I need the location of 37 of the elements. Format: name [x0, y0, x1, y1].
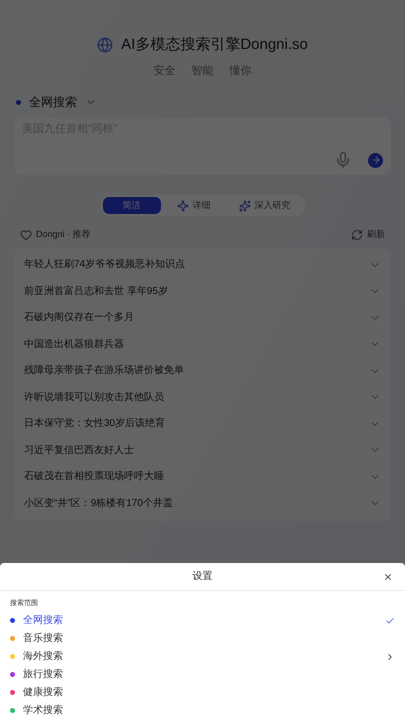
heart-icon	[20, 228, 32, 241]
news-item[interactable]: 石破内阁仅存在一个多月	[24, 310, 134, 326]
scope-option[interactable]: 音乐搜索	[0, 630, 405, 648]
tagline: 安全	[154, 64, 176, 78]
refresh-icon	[351, 228, 363, 241]
scope-option[interactable]: 海外搜索	[0, 648, 405, 666]
check-icon	[385, 616, 395, 626]
scope-selector[interactable]: 全网搜索	[29, 93, 77, 111]
news-item[interactable]: 中国造出机器狼群兵器	[24, 336, 124, 352]
tagline: 懂你	[230, 64, 252, 78]
sparkles-icon	[238, 200, 250, 212]
mode-tab[interactable]: 简洁	[102, 197, 160, 214]
refresh-button[interactable]: 刷新	[351, 228, 385, 242]
microphone-icon[interactable]	[334, 151, 352, 169]
globe-icon	[97, 37, 114, 54]
arrow-icon	[370, 155, 380, 165]
sparkle-icon	[176, 200, 188, 212]
news-item[interactable]: 残障母亲带孩子在游乐场讲价被免单	[24, 363, 184, 378]
site-title: AI多模态搜索引擎Dongni.so	[121, 35, 308, 55]
recommend-title: Dongni · 推荐	[36, 228, 91, 241]
scope-option[interactable]: 健康搜索	[0, 684, 405, 702]
scope-option[interactable]: 学术搜索	[0, 702, 405, 720]
tagline: 智能	[192, 64, 214, 78]
news-item[interactable]: 小区变“井”区：9栋楼有170个井盖	[24, 496, 173, 511]
mode-tab[interactable]: 详细	[164, 197, 222, 214]
news-item[interactable]: 日本保守党：女性30岁后该绝育	[24, 416, 166, 432]
close-icon	[383, 572, 393, 582]
mode-tab[interactable]: 深入研究	[226, 197, 302, 214]
close-button[interactable]	[383, 572, 393, 582]
sheet-title: 设置	[192, 570, 212, 584]
news-item[interactable]: 年轻人狂刷74岁爷爷视频恶补知识点	[24, 257, 186, 272]
scope-option[interactable]: 旅行搜索	[0, 666, 405, 684]
news-item[interactable]: 前亚洲首富吕志和去世 享年95岁	[24, 284, 168, 299]
news-item[interactable]: 石破茂在首相投票现场呼呼大睡	[24, 469, 164, 484]
news-item[interactable]: 习近平复信巴西友好人士	[24, 442, 134, 458]
scope-option[interactable]: 全网搜索	[0, 612, 405, 630]
news-item[interactable]: 许昕说墙我可以别攻击其他队员	[24, 390, 164, 405]
